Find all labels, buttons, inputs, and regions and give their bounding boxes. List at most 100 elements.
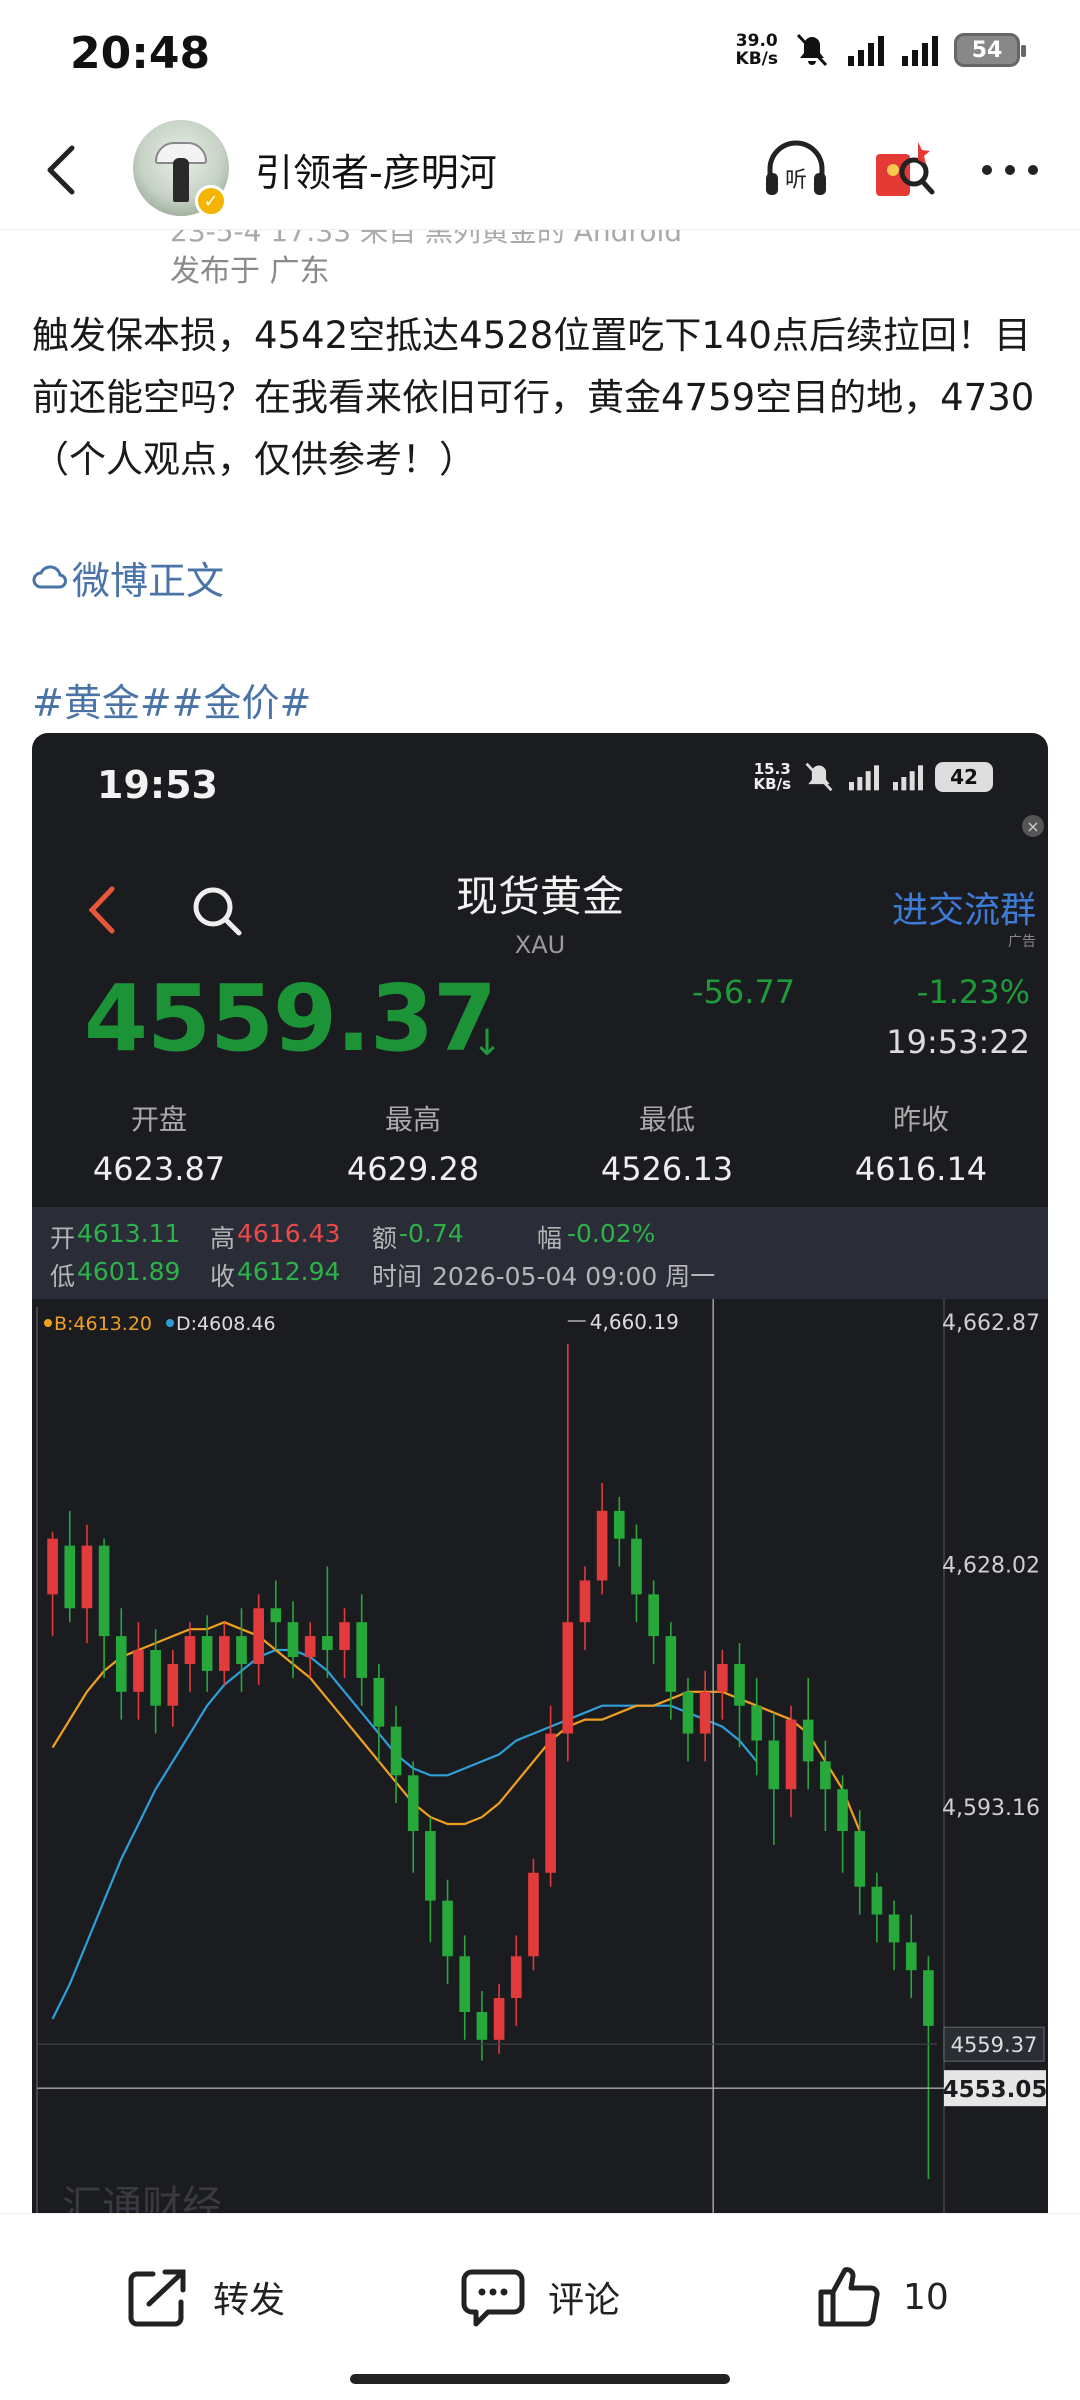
weibo-link-icon (32, 564, 67, 588)
candle-body (81, 1545, 93, 1609)
stat-label: 最高 (384, 1103, 441, 1136)
candle-body (802, 1719, 814, 1762)
candle-body (201, 1636, 213, 1671)
like-thumb-icon (818, 2267, 880, 2327)
candle-body (613, 1510, 625, 1539)
post-text: 触发保本损，4542空抵达4528位置吃下140点后续拉回！目前还能空吗？在我看… (32, 314, 1035, 481)
embedded-ad-label: 广告 (1008, 934, 1036, 950)
candle-body (510, 1956, 522, 1999)
candle-body (528, 1872, 539, 1957)
stat-prev-close: 昨收 4616.14 (794, 1098, 1048, 1208)
post-location: 发布于 广东 (170, 254, 330, 289)
price-axis-label: 4,593.16 (942, 1796, 1040, 1821)
person-figure (173, 158, 189, 202)
candlestick-chart: 4,662.87 4,628.02 4,593.16 B:4613.20 D:4608… (32, 1299, 1048, 2213)
candle-body (133, 1650, 144, 1692)
candle-body (425, 1831, 436, 1901)
ohlc-low-label: 低 (50, 1262, 76, 1291)
red-packet-icon[interactable] (870, 132, 940, 206)
bottom-action-bar: 转发 评论 10 (0, 2213, 1080, 2400)
stat-value: 4629.28 (346, 1150, 480, 1188)
battery-level: 54 (971, 37, 1003, 63)
embedded-close-icon: × (1022, 815, 1044, 837)
comment-button[interactable]: 评论 (460, 2264, 620, 2330)
candle-body (476, 2011, 488, 2040)
comment-label: 评论 (548, 2280, 621, 2321)
candle-body (888, 1914, 900, 1943)
candle-body (631, 1538, 642, 1595)
candle-body (751, 1705, 763, 1741)
current-price-label: 4559.37 (951, 2033, 1038, 2057)
embedded-status-time: 19:53 (97, 763, 218, 807)
ohlc-close: 4612.94 (237, 1257, 341, 1286)
ohlc-range-label: 幅 (537, 1224, 563, 1253)
weibo-fulltext-link[interactable]: 微博正文 (32, 550, 224, 605)
candle-body (407, 1775, 419, 1831)
crosshair-price-label: 4553.05 (943, 2077, 1048, 2103)
repost-button[interactable]: 转发 (125, 2264, 285, 2330)
stat-value: 4616.14 (854, 1150, 988, 1188)
candle-body (562, 1622, 574, 1734)
price-axis-label: 4,628.02 (942, 1553, 1040, 1578)
status-icons: 39.0 KB/s 54 (736, 32, 1026, 68)
embedded-group-link: 进交流群 (891, 890, 1036, 931)
stat-value: 4623.87 (92, 1150, 226, 1188)
candle-body (47, 1538, 58, 1595)
stat-value: 4526.13 (600, 1150, 734, 1188)
down-arrow-icon: ↓ (472, 1023, 503, 1064)
candle-body (304, 1636, 316, 1657)
network-speed: 39.0 KB/s (736, 32, 778, 68)
candle-body (64, 1545, 76, 1609)
embedded-clock: 19:53:22 (886, 1023, 1030, 1061)
post-header: ✓ 引领者-彦明河 听 (0, 110, 1080, 230)
stat-label: 开盘 (130, 1103, 187, 1136)
home-indicator[interactable] (350, 2374, 730, 2384)
candle-body (253, 1608, 264, 1664)
hashtag-links[interactable]: #黄金##金价# (32, 672, 311, 727)
candle-body (854, 1831, 866, 1887)
embedded-price: 4559.37 (84, 965, 497, 1072)
candle-body (218, 1636, 230, 1671)
legend-b: B:4613.20 (54, 1313, 152, 1335)
ohlc-amount-label: 额 (372, 1224, 398, 1253)
candle-body (459, 1956, 471, 2012)
candle-body (356, 1622, 368, 1678)
candle-body (184, 1636, 196, 1664)
legend-d-dot (166, 1319, 174, 1327)
candle-body (373, 1677, 385, 1727)
embedded-stats-row: 开盘 4623.87 最高 4629.28 最低 4526.13 昨收 4616… (32, 1098, 1048, 1208)
embedded-change-pct: -1.23% (916, 973, 1030, 1011)
author-name[interactable]: 引领者-彦明河 (255, 142, 497, 197)
candle-body (699, 1691, 711, 1734)
candle-body (596, 1510, 608, 1581)
stat-open: 开盘 4623.87 (32, 1098, 286, 1208)
embedded-signal-icon-2 (893, 765, 923, 791)
verified-badge-icon: ✓ (195, 185, 227, 217)
more-options-icon[interactable] (975, 150, 1045, 190)
peak-label: 4,660.19 (590, 1310, 679, 1334)
signal-icon-1 (848, 36, 884, 66)
candle-body (150, 1650, 161, 1706)
candle-body (717, 1663, 728, 1692)
weibo-link-label: 微博正文 (72, 559, 225, 603)
candle-body (322, 1636, 333, 1651)
candle-body (923, 1970, 934, 2026)
ohlc-low: 4601.89 (77, 1257, 181, 1286)
candle-body (579, 1580, 591, 1623)
candle-body (734, 1663, 745, 1706)
ohlc-panel: 开 4613.11 高 4616.43 额 -0.74 幅 -0.02% 低 4… (32, 1207, 1048, 1299)
like-count: 10 (903, 2276, 949, 2318)
embedded-signal-icon-1 (849, 765, 879, 791)
listen-icon[interactable]: 听 (760, 135, 832, 205)
status-time: 20:48 (70, 28, 211, 79)
candle-body (545, 1733, 556, 1873)
embedded-network-speed-unit: KB/s (753, 775, 791, 793)
repost-label: 转发 (213, 2280, 286, 2321)
status-bar: 20:48 39.0 KB/s 54 (0, 0, 1080, 110)
like-button[interactable]: 10 (815, 2264, 949, 2330)
signal-icon-2 (902, 36, 938, 66)
candle-body (270, 1608, 282, 1623)
back-arrow-icon[interactable] (34, 140, 90, 200)
network-speed-value: 39.0 (735, 31, 778, 51)
embedded-screenshot[interactable]: 19:53 15.3 KB/s 42 现货黄金 XAU 进交流群 广告 × 45… (32, 733, 1048, 2213)
